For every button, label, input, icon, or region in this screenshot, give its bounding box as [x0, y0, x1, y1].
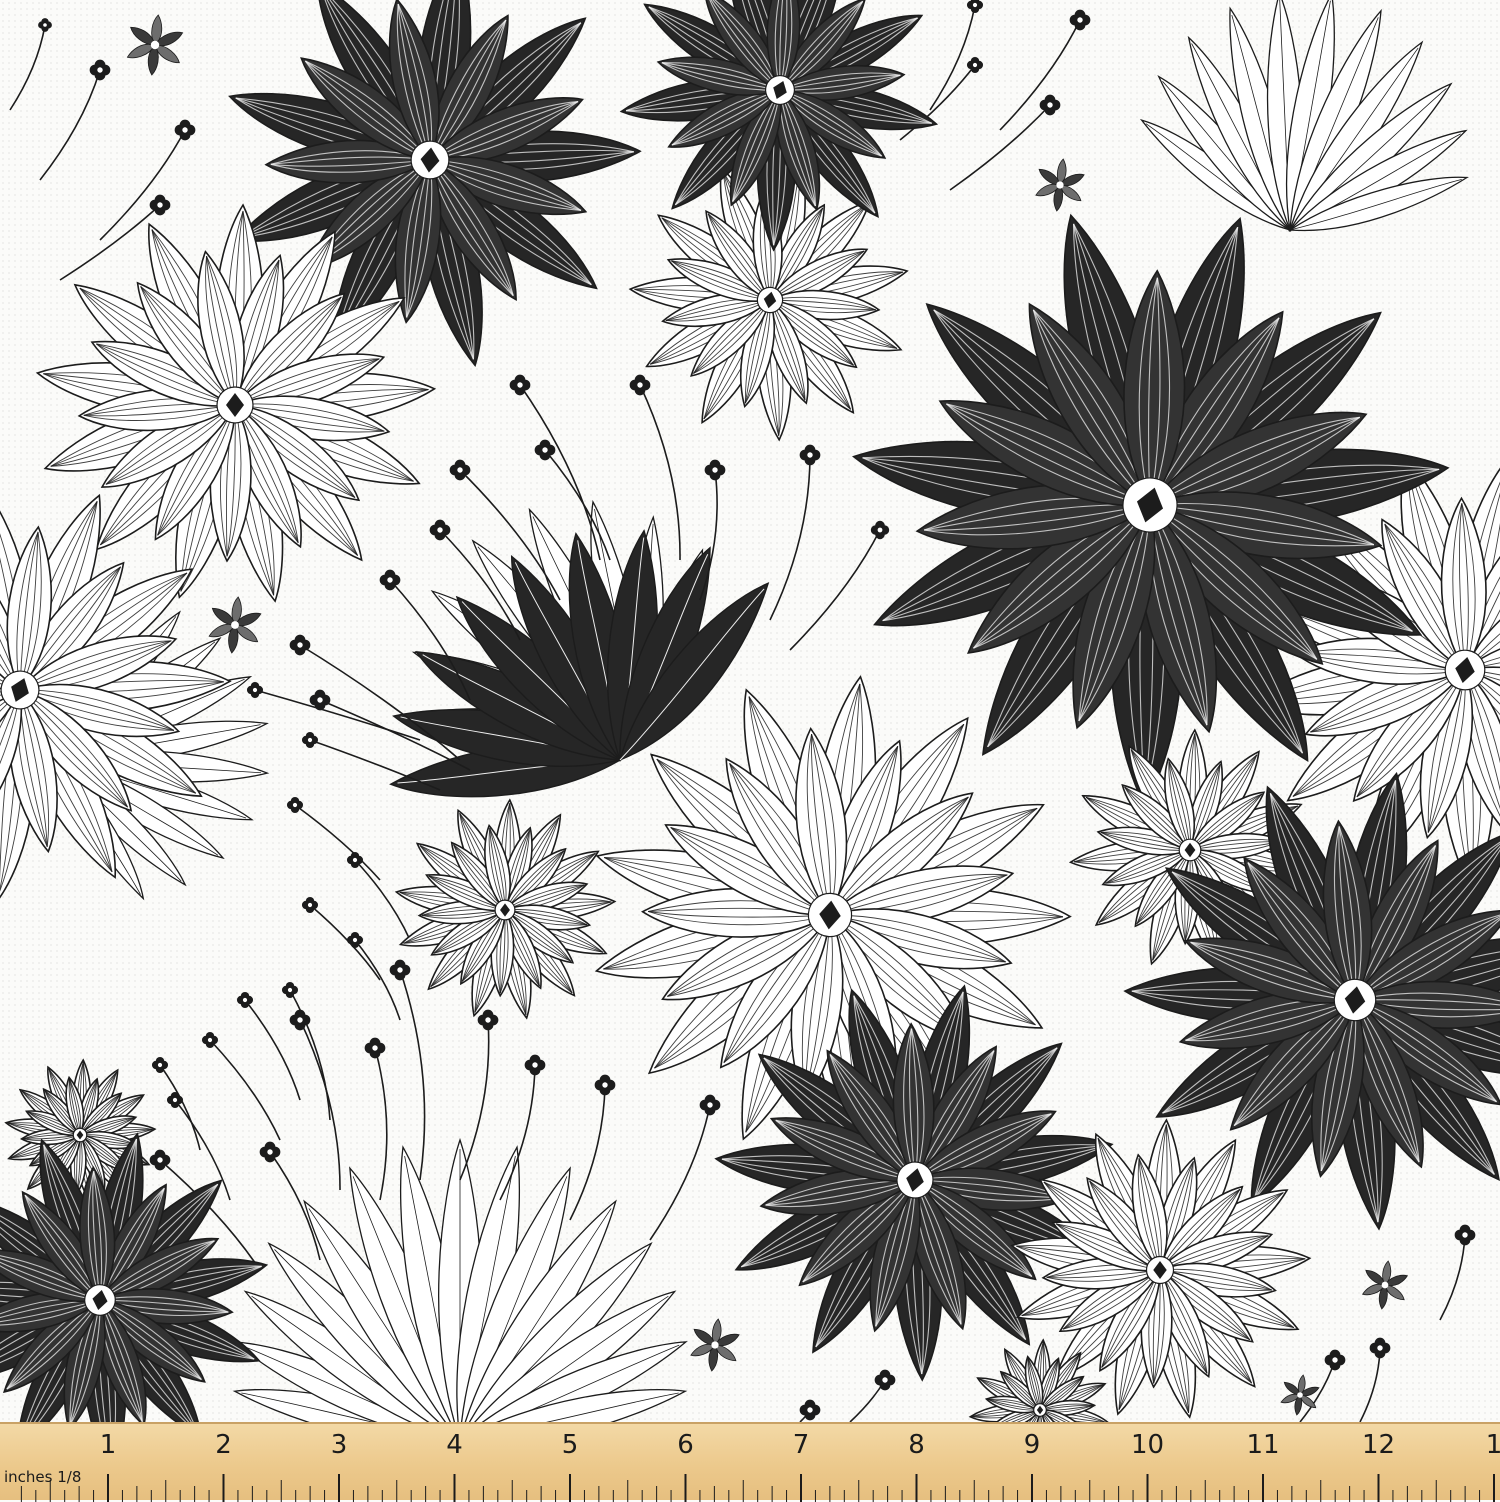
ruler-number: 3	[330, 1430, 348, 1460]
ruler-unit-label: inches 1/8	[4, 1468, 82, 1486]
ruler-number: 11	[1246, 1430, 1280, 1460]
ruler-number: 2	[215, 1430, 232, 1460]
floral-pattern	[0, 0, 1500, 1422]
ruler-number: 1	[1485, 1430, 1500, 1460]
ruler-number: 9	[1023, 1430, 1041, 1460]
measuring-ruler: 1 2 3 4 5 6 7 8 9 10 11 12 1 inches 1/8	[0, 1422, 1500, 1502]
ruler-number: 4	[446, 1430, 463, 1460]
ruler-number: 12	[1361, 1430, 1396, 1460]
ruler-number: 7	[792, 1430, 810, 1460]
ruler-number: 5	[561, 1430, 579, 1460]
ruler-number: 8	[908, 1430, 925, 1460]
ruler-number: 1	[99, 1430, 117, 1460]
ruler-number: 10	[1130, 1430, 1165, 1460]
fabric-swatch: 1 2 3 4 5 6 7 8 9 10 11 12 1 inches 1/8	[0, 0, 1500, 1502]
ruler-number: 6	[677, 1430, 694, 1460]
